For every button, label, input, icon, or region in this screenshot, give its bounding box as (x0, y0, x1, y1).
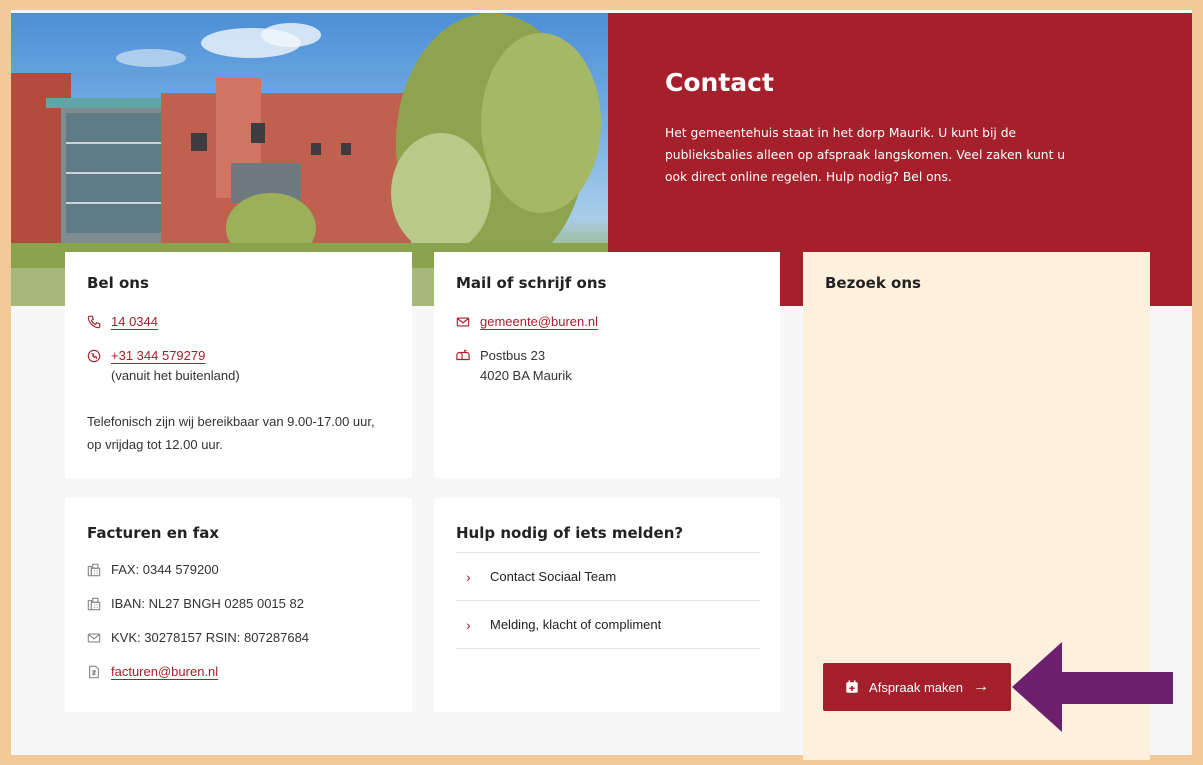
kvk-text: KVK: 30278157 RSIN: 807287684 (111, 630, 310, 645)
card-title: Bezoek ons (825, 274, 921, 292)
annotation-arrow (1012, 642, 1173, 732)
postbus-text: Postbus 23 (480, 348, 546, 363)
fax-text: FAX: 0344 579200 (111, 562, 219, 577)
intl-phone-row: +31 344 579279 (vanuit het buitenland) (87, 346, 240, 386)
phone-row: 14 0344 (87, 312, 158, 332)
list-item[interactable]: › Contact Sociaal Team (456, 552, 760, 600)
arrow-right-icon: → (972, 678, 989, 695)
make-appointment-label: Afspraak maken (869, 679, 963, 695)
chevron-right-icon: › (466, 616, 471, 633)
intl-phone-note: (vanuit het buitenland) (111, 368, 240, 383)
card-mail: Mail of schrijf ons gemeente@buren.nl Po… (434, 252, 780, 478)
invoice-email-row: facturen@buren.nl (87, 662, 218, 682)
list-item-label: Contact Sociaal Team (490, 569, 617, 584)
card-bel-ons: Bel ons 14 0344 +31 344 579279 (vanuit h… (65, 252, 412, 478)
email-row: gemeente@buren.nl (456, 312, 598, 332)
page-title: Contact (665, 68, 774, 97)
chevron-right-icon: › (466, 568, 471, 585)
email-link[interactable]: gemeente@buren.nl (480, 312, 598, 332)
invoice-email-link[interactable]: facturen@buren.nl (111, 662, 218, 682)
intro-text: Het gemeentehuis staat in het dorp Mauri… (665, 126, 1066, 184)
card-title: Hulp nodig of iets melden? (456, 524, 684, 542)
iban-text: IBAN: NL27 BNGH 0285 0015 82 (111, 596, 304, 611)
phone-icon (87, 312, 111, 332)
intl-phone-link[interactable]: +31 344 579279 (111, 346, 240, 366)
card-title: Facturen en fax (87, 524, 220, 542)
phone-link[interactable]: 14 0344 (111, 312, 158, 332)
mailbox-icon (456, 346, 480, 366)
postbus-row: Postbus 23 4020 BA Maurik (456, 346, 572, 386)
fax-icon (87, 560, 111, 580)
divider (456, 648, 760, 649)
card-title: Mail of schrijf ons (456, 274, 607, 292)
postcode-text: 4020 BA Maurik (480, 368, 572, 383)
envelope-icon (87, 628, 111, 648)
fax-icon (87, 594, 111, 614)
kvk-row: KVK: 30278157 RSIN: 807287684 (87, 628, 309, 648)
list-item-label: Melding, klacht of compliment (490, 617, 662, 632)
invoice-icon (87, 662, 111, 682)
make-appointment-button[interactable]: Afspraak maken → (823, 663, 1011, 711)
card-facturen: Facturen en fax FAX: 0344 579200 IBAN: N… (65, 498, 412, 712)
calendar-plus-icon (845, 680, 859, 694)
list-item[interactable]: › Melding, klacht of compliment (456, 600, 760, 648)
opening-hours: Telefonisch zijn wij bereikbaar van 9.00… (87, 414, 375, 452)
iban-row: IBAN: NL27 BNGH 0285 0015 82 (87, 594, 304, 614)
globe-phone-icon (87, 346, 111, 366)
card-title: Bel ons (87, 274, 149, 292)
fax-row: FAX: 0344 579200 (87, 560, 219, 580)
envelope-icon (456, 312, 480, 332)
card-hulp: Hulp nodig of iets melden? › Contact Soc… (434, 498, 780, 712)
